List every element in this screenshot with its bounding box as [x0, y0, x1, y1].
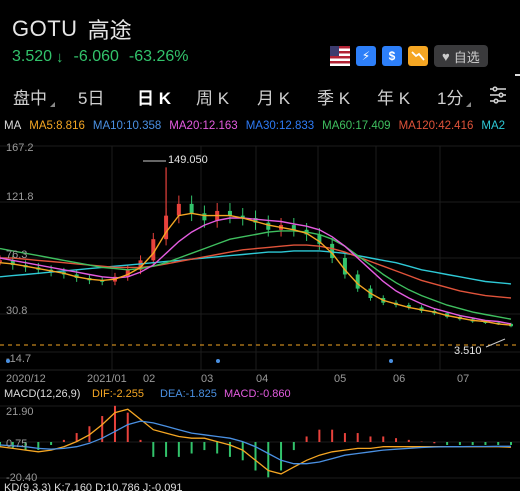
tab-intraday[interactable]: 盘中 [13, 84, 55, 109]
price-axis-label: 30.8 [6, 305, 27, 317]
trend-icon[interactable] [408, 46, 428, 66]
candle-body [0, 260, 2, 262]
down-arrow-icon: ↓ [56, 48, 64, 66]
event-marker [389, 359, 393, 363]
macd-axis-label: 21.90 [6, 406, 34, 418]
tab-monthly-k[interactable]: 月 K [257, 84, 290, 109]
chart-settings-icon[interactable] [486, 83, 510, 112]
ma-legend-item: MA2 [481, 120, 506, 132]
price-axis-label: 167.2 [6, 142, 34, 154]
us-flag-icon[interactable] [330, 46, 350, 66]
date-label: 07 [457, 373, 469, 385]
watchlist-label: 自选 [453, 49, 480, 65]
ma-legend-item: MA [4, 120, 22, 132]
price-axis-label: 121.8 [6, 191, 34, 203]
event-marker [216, 359, 220, 363]
date-label: 03 [201, 373, 213, 385]
price-change-percent: -63.26% [128, 48, 189, 65]
kline-chart[interactable]: 167.2 121.8 76.3 30.8 -14.7 149.050 3.51… [0, 138, 520, 491]
price-change: -6.060 [73, 48, 119, 65]
ma-legend-item: MA20:12.163 [169, 120, 238, 132]
tab-5day[interactable]: 5日 [78, 84, 104, 109]
macd-legend-item: MACD(12,26,9) [4, 388, 80, 400]
ma-legend-item: MA30:12.833 [245, 120, 315, 132]
tab-1min[interactable]: 1分 [437, 84, 472, 109]
ma-legend-item: MA5:8.816 [29, 120, 85, 132]
icon-toolbar: ⚡ $ ♥ 自选 [330, 45, 488, 67]
ma-legend-item: MA60:17.409 [322, 120, 391, 132]
price-axis-label: -14.7 [6, 353, 31, 365]
lightning-icon[interactable]: ⚡ [356, 46, 376, 66]
macd-legend-item: DIF:-2.255 [92, 388, 144, 400]
macd-axis-label: 0.75 [6, 438, 27, 450]
candle-body [176, 203, 181, 216]
current-price-label: 3.510 [454, 345, 482, 357]
ma-legend-item: MA10:10.358 [92, 120, 162, 132]
ticker-symbol: GOTU [12, 16, 78, 41]
tab-yearly-k[interactable]: 年 K [377, 84, 410, 109]
date-label: 06 [393, 373, 405, 385]
price-axis-label: 76.3 [6, 249, 27, 261]
ma-legend-item: MA120:42.416 [398, 120, 474, 132]
add-watchlist-button[interactable]: ♥ 自选 [434, 45, 488, 67]
price-row: 3.520 ↓ -6.060 -63.26% [12, 48, 189, 66]
last-price: 3.520 [12, 48, 53, 65]
date-label: 05 [334, 373, 346, 385]
max-price-label: 149.050 [168, 154, 208, 166]
tab-daily-k[interactable]: 日 K [137, 84, 171, 109]
dollar-icon[interactable]: $ [382, 46, 402, 66]
date-label: 02 [143, 373, 155, 385]
date-label: 04 [256, 373, 268, 385]
date-label: 2020/12 [6, 373, 46, 385]
period-tabs: 盘中 5日 日 K 周 K 月 K 季 K 年 K 1分 [0, 80, 520, 112]
event-marker [6, 359, 10, 363]
company-name: 高途 [87, 18, 132, 43]
date-label: 2021/01 [87, 373, 127, 385]
title-row: GOTU 高途 [12, 14, 132, 44]
candle-body [202, 213, 207, 221]
ma-legend: MA MA5:8.816 MA10:10.358 MA20:12.163 MA3… [4, 120, 505, 132]
macd-legend-item: DEA:-1.825 [160, 388, 217, 400]
candle-body [189, 203, 194, 214]
edge-indicator [515, 74, 520, 76]
macd-legend-item: MACD:-0.860 [224, 388, 291, 400]
candle-body [266, 222, 271, 230]
tab-weekly-k[interactable]: 周 K [196, 84, 229, 109]
tab-quarterly-k[interactable]: 季 K [317, 84, 350, 109]
heart-icon: ♥ [442, 48, 450, 64]
kd-legend: KD(9,3,3) K:7.160 D:10.786 J:-0.091 [4, 482, 183, 491]
